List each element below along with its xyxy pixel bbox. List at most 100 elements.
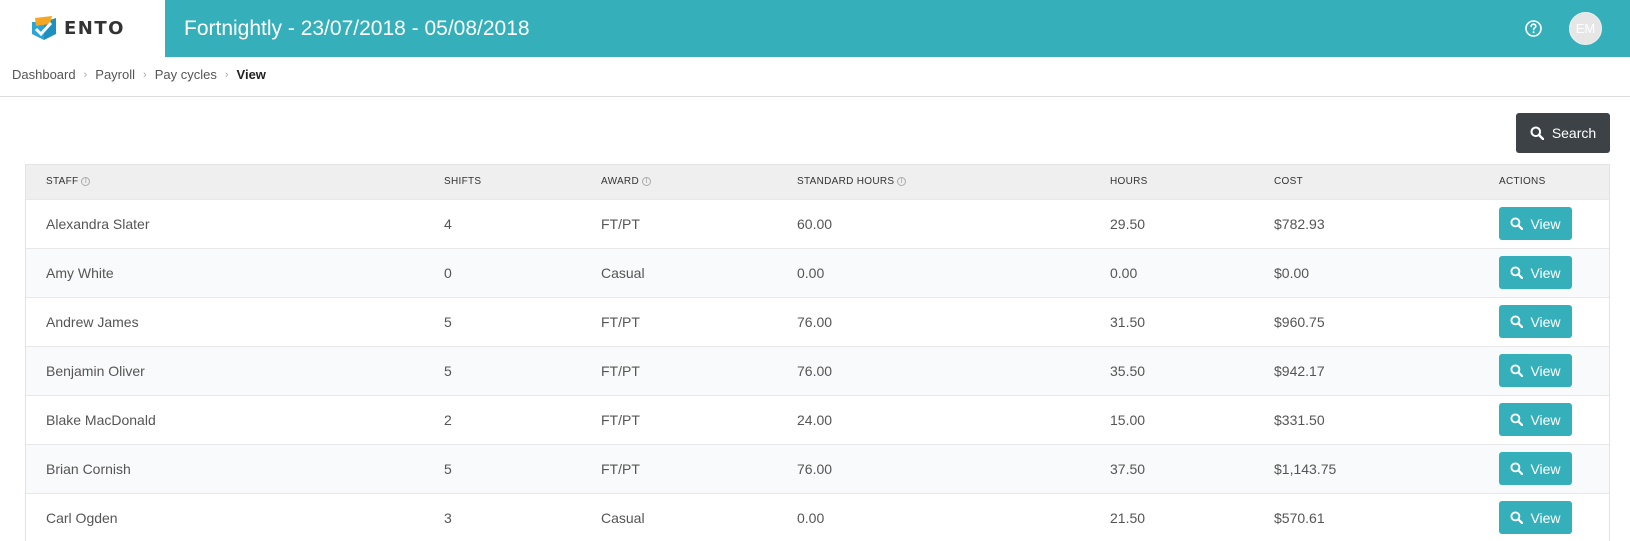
standard-hours: 0.00	[797, 509, 825, 526]
info-icon[interactable]: i	[81, 177, 91, 187]
table-body: Alexandra Slater 4 FT/PT 60.00 29.50 $78…	[26, 199, 1609, 541]
user-avatar[interactable]: EM	[1569, 12, 1602, 45]
standard-hours: 24.00	[797, 411, 833, 428]
column-header-staff[interactable]: STAFF i	[26, 165, 444, 199]
standard-hours: 76.00	[797, 362, 833, 379]
hours-worked: 15.00	[1110, 411, 1146, 428]
breadcrumb-dashboard[interactable]: Dashboard	[12, 67, 76, 82]
search-icon	[1510, 217, 1524, 230]
standard-hours: 76.00	[797, 460, 833, 477]
breadcrumb-current: View	[236, 67, 266, 82]
view-button[interactable]: View	[1499, 501, 1572, 535]
ento-logo-icon	[30, 15, 56, 42]
shift-count: 5	[444, 460, 452, 477]
cost-value: $0.00	[1274, 264, 1310, 281]
search-icon	[1510, 315, 1524, 328]
breadcrumb: Dashboard › Payroll › Pay cycles › View	[12, 67, 266, 82]
shift-count: 5	[444, 362, 452, 379]
view-button[interactable]: View	[1499, 354, 1572, 387]
table-row: Brian Cornish 5 FT/PT 76.00 37.50 $1,143…	[26, 444, 1609, 493]
staff-name: Amy White	[46, 264, 114, 281]
row-actions: View	[1499, 395, 1609, 444]
breadcrumb-payroll[interactable]: Payroll	[95, 67, 135, 82]
search-icon	[1510, 364, 1524, 377]
cost-value: $782.93	[1274, 215, 1325, 232]
brand-name: ENTO	[64, 18, 125, 39]
shift-count: 5	[444, 313, 452, 330]
row-actions: View	[1499, 444, 1609, 493]
table-row: Carl Ogden 3 Casual 0.00 21.50 $570.61 V…	[26, 493, 1609, 541]
chevron-right-icon: ›	[224, 68, 229, 81]
search-icon	[1510, 413, 1524, 426]
view-button-label: View	[1530, 264, 1561, 281]
view-button-label: View	[1530, 411, 1561, 428]
breadcrumb-pay-cycles[interactable]: Pay cycles	[155, 67, 217, 82]
header-divider	[0, 96, 1630, 97]
standard-hours: 0.00	[797, 264, 825, 281]
view-button-label: View	[1530, 362, 1561, 379]
shift-count: 0	[444, 264, 452, 281]
staff-name: Brian Cornish	[46, 460, 131, 477]
column-header-award[interactable]: AWARD i	[601, 165, 797, 199]
award-type: Casual	[601, 264, 645, 281]
chevron-right-icon: ›	[143, 68, 147, 81]
view-button[interactable]: View	[1499, 305, 1572, 338]
info-icon[interactable]: i	[897, 177, 907, 187]
search-icon	[1530, 126, 1544, 140]
standard-hours: 60.00	[797, 215, 833, 232]
brand-logo[interactable]: ENTO	[0, 0, 165, 57]
page-title: Fortnightly - 23/07/2018 - 05/08/2018	[184, 16, 530, 40]
row-actions: View	[1499, 297, 1609, 346]
search-icon	[1510, 266, 1524, 279]
hours-worked: 21.50	[1110, 509, 1146, 526]
top-bar: ENTO Fortnightly - 23/07/2018 - 05/08/20…	[0, 0, 1630, 57]
hours-worked: 37.50	[1110, 460, 1146, 477]
view-button[interactable]: View	[1499, 452, 1572, 485]
view-button[interactable]: View	[1499, 256, 1572, 289]
view-button-label: View	[1530, 460, 1561, 477]
award-type: FT/PT	[601, 215, 640, 232]
column-header-hours[interactable]: HOURS	[1110, 165, 1274, 199]
row-actions: View	[1499, 199, 1609, 248]
cost-value: $570.61	[1274, 509, 1325, 526]
help-circle-icon[interactable]	[1524, 19, 1543, 38]
table-row: Alexandra Slater 4 FT/PT 60.00 29.50 $78…	[26, 199, 1609, 248]
column-header-standard-hours[interactable]: STANDARD HOURS i	[797, 165, 1110, 199]
cost-value: $942.17	[1274, 362, 1325, 379]
hours-worked: 29.50	[1110, 215, 1146, 232]
row-actions: View	[1499, 346, 1609, 395]
award-type: Casual	[601, 509, 645, 526]
chevron-right-icon: ›	[83, 68, 88, 81]
cost-value: $960.75	[1274, 313, 1325, 330]
view-button-label: View	[1530, 215, 1561, 232]
search-button[interactable]: Search	[1516, 113, 1610, 153]
view-button[interactable]: View	[1499, 403, 1572, 436]
staff-name: Alexandra Slater	[46, 215, 150, 232]
shift-count: 4	[444, 215, 452, 232]
search-icon	[1510, 511, 1524, 525]
award-type: FT/PT	[601, 362, 640, 379]
award-type: FT/PT	[601, 411, 640, 428]
header: Fortnightly - 23/07/2018 - 05/08/2018 EM	[165, 0, 1630, 57]
staff-name: Andrew James	[46, 313, 139, 330]
cost-value: $331.50	[1274, 411, 1325, 428]
standard-hours: 76.00	[797, 313, 833, 330]
hours-worked: 35.50	[1110, 362, 1146, 379]
hours-worked: 31.50	[1110, 313, 1146, 330]
column-header-shifts[interactable]: SHIFTS	[444, 165, 601, 199]
search-button-label: Search	[1551, 125, 1597, 141]
hours-worked: 0.00	[1110, 264, 1138, 281]
shift-count: 3	[444, 509, 452, 526]
search-icon	[1510, 462, 1524, 475]
view-button-label: View	[1530, 313, 1561, 330]
view-button[interactable]: View	[1499, 207, 1572, 240]
table-row: Blake MacDonald 2 FT/PT 24.00 15.00 $331…	[26, 395, 1609, 444]
staff-name: Blake MacDonald	[46, 411, 156, 428]
view-button-label: View	[1530, 509, 1561, 526]
table-row: Amy White 0 Casual 0.00 0.00 $0.00 View	[26, 248, 1609, 297]
staff-name: Carl Ogden	[46, 509, 118, 526]
column-header-actions: ACTIONS	[1499, 176, 1546, 188]
column-header-cost[interactable]: COST	[1274, 165, 1499, 199]
info-icon[interactable]: i	[641, 177, 651, 187]
table-row: Andrew James 5 FT/PT 76.00 31.50 $960.75…	[26, 297, 1609, 346]
